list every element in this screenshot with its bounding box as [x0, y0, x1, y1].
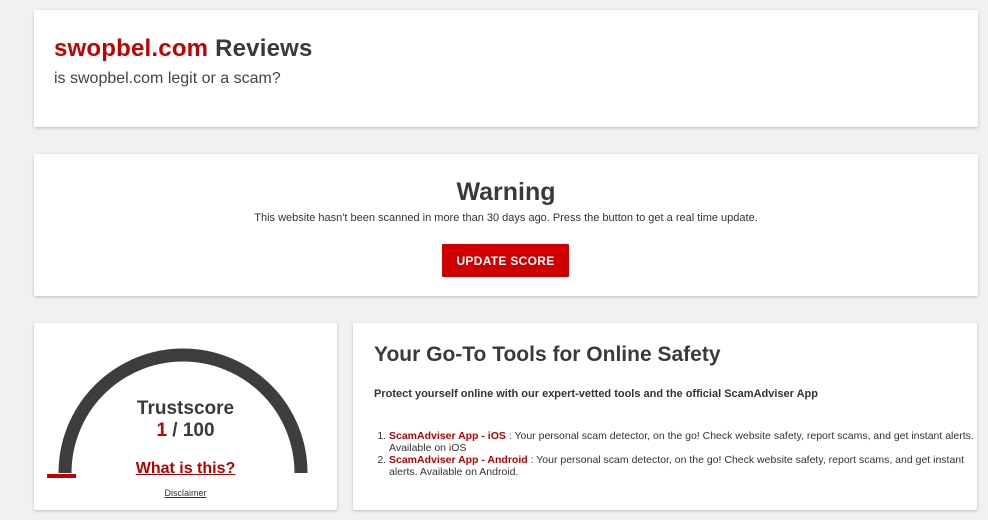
trustscore-card: Trustscore 1 / 100 What is this? Disclai… — [34, 323, 337, 510]
list-item: ScamAdviser App - iOS : Your personal sc… — [389, 430, 974, 454]
disclaimer-link[interactable]: Disclaimer — [34, 488, 337, 498]
trustscore-label: Trustscore — [136, 398, 235, 419]
warning-message: This website hasn't been scanned in more… — [254, 212, 758, 224]
android-app-link[interactable]: ScamAdviser App - Android — [389, 454, 528, 466]
title-suffix: Reviews — [208, 35, 313, 62]
tools-card: Your Go-To Tools for Online Safety Prote… — [353, 323, 977, 510]
page-subtitle: is swopbel.com legit or a scam? — [54, 70, 281, 87]
site-header-card: swopbel.com Reviews is swopbel.com legit… — [34, 10, 978, 127]
update-score-button[interactable]: UPDATE SCORE — [442, 244, 569, 277]
what-is-this-link[interactable]: What is this? — [34, 460, 337, 478]
page-title: swopbel.com Reviews — [54, 35, 313, 63]
warning-card: Warning This website hasn't been scanned… — [34, 154, 978, 296]
site-domain: swopbel.com — [54, 35, 209, 62]
trustscore-value: 1 / 100 — [34, 420, 337, 442]
warning-title: Warning — [456, 178, 556, 206]
trustscore-score: 1 — [156, 420, 168, 441]
tools-intro: Protect yourself online with our expert-… — [374, 388, 818, 400]
list-item: ScamAdviser App - Android : Your persona… — [389, 454, 974, 478]
ios-app-link[interactable]: ScamAdviser App - iOS — [389, 430, 506, 442]
trustscore-max: / 100 — [167, 420, 215, 441]
tools-title: Your Go-To Tools for Online Safety — [374, 343, 721, 366]
tools-list: ScamAdviser App - iOS : Your personal sc… — [374, 430, 974, 478]
